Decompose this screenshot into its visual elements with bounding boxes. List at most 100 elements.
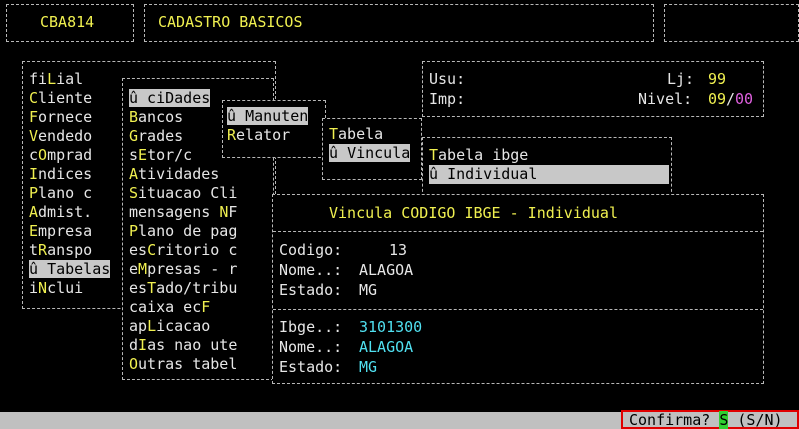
- vincula-menu: Tabela ibge û Individual: [422, 137, 672, 197]
- tabelas-menu-item[interactable]: caixa ecF: [129, 298, 273, 317]
- tabelas-menu-item-hotkey: O: [129, 355, 139, 373]
- confirm-prompt[interactable]: Confirma? S (S/N): [621, 410, 799, 429]
- tabelas-menu-item-text: ritorio c: [156, 241, 238, 259]
- nivel-separator: /: [726, 90, 736, 108]
- tabelas-menu-item-text: ituacao Cli: [138, 184, 238, 202]
- tabelas-menu-item-hotkey: A: [129, 165, 139, 183]
- cidades-menu: û Manuten Relator: [222, 100, 326, 158]
- tabelas-menu-item-hotkey: P: [129, 222, 139, 240]
- tabelas-menu-item[interactable]: Outras tabel: [129, 355, 273, 374]
- tabelas-menu-item[interactable]: mensagens NF: [129, 203, 273, 222]
- ibge-value[interactable]: 3101300: [359, 318, 422, 337]
- nivel-value-1: 09: [708, 90, 727, 108]
- main-menu-item-hotkey: I: [29, 165, 39, 183]
- code-box: CBA814: [6, 4, 134, 42]
- tabelas-menu-item-text: es: [129, 241, 148, 259]
- vincula-menu-item-text: û: [429, 165, 448, 183]
- main-menu-item-hotkey: L: [47, 70, 57, 88]
- cidades-menu-item[interactable]: û Manuten: [227, 107, 325, 126]
- main-menu-item-text: fi: [29, 70, 48, 88]
- main-menu-item-text: ial: [56, 70, 84, 88]
- manutencao-menu-item-text: û: [329, 144, 348, 162]
- program-code: CBA814: [40, 13, 95, 31]
- estado2-label: Estado:: [279, 358, 343, 376]
- main-menu-item-hotkey: R: [38, 241, 48, 259]
- main-menu-item-hotkey: P: [29, 184, 39, 202]
- tabelas-menu-item-hotkey: C: [147, 241, 157, 259]
- vincula-dialog: Vincula CODIGO IBGE - Individual Codigo:…: [272, 194, 764, 384]
- main-menu-item-text: ornece: [38, 108, 93, 126]
- main-menu-item-text: lano c: [38, 184, 93, 202]
- ibge-label: Ibge..:: [279, 318, 343, 336]
- confirm-options: (S/N): [728, 411, 783, 429]
- main-menu-item-hotkey: O: [38, 146, 48, 164]
- tabelas-menu-item-text: lano de pag: [138, 222, 238, 240]
- confirm-input[interactable]: S: [719, 411, 729, 429]
- manutencao-menu-item[interactable]: û Vincula: [329, 144, 421, 163]
- manutencao-menu-item[interactable]: Tabela: [329, 125, 421, 144]
- codigo-value: 13: [389, 241, 408, 259]
- main-menu-item-text: c: [29, 146, 39, 164]
- main-menu-item-hotkey: C: [29, 89, 39, 107]
- tabelas-menu-item-text: F: [228, 203, 238, 221]
- tabelas-menu-item-hotkey: S: [129, 184, 139, 202]
- tabelas-menu-item-text: û ci: [129, 89, 166, 107]
- estado-value: MG: [359, 281, 378, 299]
- tabelas-menu-item-text: tor/c: [147, 146, 193, 164]
- nome-value: ALAGOA: [359, 261, 414, 279]
- tabelas-menu-item-text: ancos: [138, 108, 184, 126]
- tabelas-menu-item[interactable]: Situacao Cli: [129, 184, 273, 203]
- main-menu-item-text: t: [29, 241, 39, 259]
- vincula-menu-item-hotkey: T: [429, 146, 439, 164]
- tabelas-menu-item-hotkey: T: [147, 279, 157, 297]
- main-menu-item-text: mprad: [47, 146, 93, 164]
- vincula-menu-item[interactable]: û Individual: [429, 165, 671, 184]
- cidades-menu-item-text: elator: [236, 126, 291, 144]
- nome2-value: ALAGOA: [359, 338, 414, 356]
- usu-label: Usu:: [429, 70, 466, 88]
- tabelas-menu-item-hotkey: M: [138, 260, 148, 278]
- cidades-menu-item[interactable]: Relator: [227, 126, 325, 145]
- tabelas-menu-item[interactable]: eMpresas - r: [129, 260, 273, 279]
- main-menu-item-text: û: [29, 260, 48, 278]
- codigo-label: Codigo:: [279, 241, 343, 259]
- tabelas-menu-item-text: presas - r: [147, 260, 238, 278]
- nivel-value-2: 00: [735, 90, 754, 108]
- main-menu-item-hotkey: F: [29, 108, 39, 126]
- vincula-menu-item-hotkey: I: [447, 165, 457, 183]
- main-menu-item-text: clui: [47, 279, 84, 297]
- vincula-menu-item[interactable]: Tabela ibge: [429, 146, 671, 165]
- main-menu-item-text: ndices: [38, 165, 93, 183]
- tabelas-menu-item-text: ades: [174, 89, 211, 107]
- tabelas-menu-item-hotkey: I: [138, 336, 148, 354]
- tabelas-menu-item-hotkey: B: [129, 108, 139, 126]
- tabelas-menu-item[interactable]: Atividades: [129, 165, 273, 184]
- cidades-menu-item-text: anuten: [254, 107, 309, 125]
- main-menu-item-hotkey: A: [29, 203, 39, 221]
- tabelas-menu-item-text: tividades: [138, 165, 220, 183]
- tabelas-menu-item-hotkey: N: [219, 203, 229, 221]
- tabelas-menu-item-text: mensagens: [129, 203, 220, 221]
- main-menu-item-text: abelas: [56, 260, 111, 278]
- tabelas-menu-item[interactable]: esTado/tribu: [129, 279, 273, 298]
- estado2-value: MG: [359, 358, 378, 376]
- tabelas-menu-item[interactable]: Plano de pag: [129, 222, 273, 241]
- tabelas-menu-item[interactable]: apLicacao: [129, 317, 273, 336]
- main-menu-item-text: dmist.: [38, 203, 93, 221]
- tabelas-menu-item-text: d: [129, 336, 139, 354]
- nome2-label: Nome..:: [279, 338, 343, 356]
- tabelas-menu-item-text: icacao: [156, 317, 211, 335]
- main-menu-item-hotkey: N: [38, 279, 48, 297]
- lj-label: Lj:: [667, 70, 695, 88]
- tabelas-menu-item[interactable]: dIas nao ute: [129, 336, 273, 355]
- manutencao-menu-item-text: abela: [338, 125, 384, 143]
- screen-title: CADASTRO BASICOS: [158, 13, 303, 31]
- main-menu-item-text: i: [29, 279, 39, 297]
- right-header-box: [664, 4, 799, 42]
- tabelas-menu-item[interactable]: esCritorio c: [129, 241, 273, 260]
- confirm-label: Confirma?: [629, 411, 720, 429]
- tabelas-menu-item-text: rades: [138, 127, 184, 145]
- dialog-divider-mid: [273, 309, 763, 310]
- tabelas-menu-item-text: ap: [129, 317, 148, 335]
- tabelas-menu-item-text: e: [129, 260, 139, 278]
